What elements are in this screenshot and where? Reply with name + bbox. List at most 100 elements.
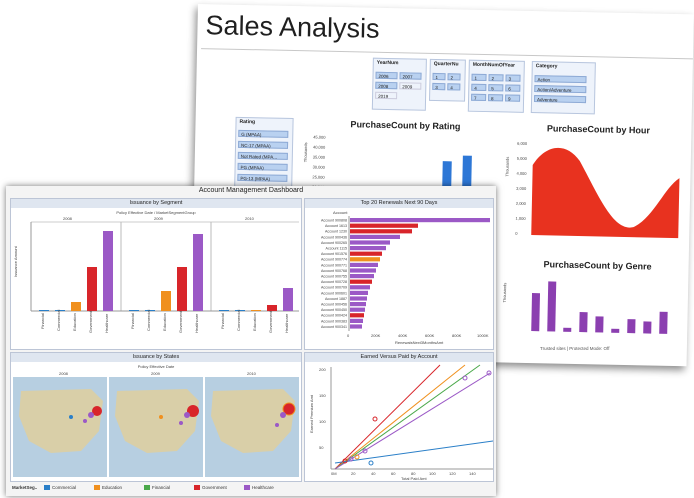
renewals-account-label: Account 900771	[321, 263, 347, 267]
legend-swatch	[44, 485, 50, 490]
trend-line	[334, 364, 466, 470]
quarter-slicer[interactable]: QuarterNu 1 2 3 4	[429, 58, 466, 102]
earned-xtick: 120	[449, 471, 456, 476]
scatter-point	[486, 370, 492, 376]
genre-bar	[563, 327, 572, 332]
states-maps: 2008 2009 2010	[13, 371, 299, 477]
renewals-bar	[350, 262, 378, 267]
slicer-item-m5[interactable]: 5	[488, 84, 504, 92]
slicer-item-2007[interactable]: 2007	[399, 72, 422, 80]
slicer-item-2008[interactable]: 2008	[375, 81, 398, 90]
renewals-bar	[350, 240, 390, 245]
genre-chart: Thousands	[502, 281, 668, 334]
hour-chart: Thousands 6,000 5,000 4,000 3,000 2,000 …	[504, 141, 680, 239]
segment-category-label: Government	[268, 310, 273, 333]
segment-pane[interactable]: Issuance by Segment Policy Effective Dat…	[10, 198, 302, 350]
year-slicer[interactable]: YearNum 2006 2007 2008 2009 2019	[371, 57, 427, 111]
earned-chart: Earned Premium Amt 200 150 100 50 0M 20 …	[309, 364, 493, 481]
earned-title: Earned Versus Paid by Account	[305, 353, 493, 362]
genre-bar	[611, 328, 620, 333]
scatter-point	[368, 460, 374, 466]
renewals-pane[interactable]: Top 20 Renewals Next 90 Days Account Acc…	[304, 198, 494, 350]
slicer-item-action[interactable]: Action	[534, 75, 587, 84]
category-slicer-label: Category	[535, 63, 558, 70]
slicer-item-not-rated[interactable]: Not Rated (MPA...	[237, 151, 288, 160]
legend-swatch	[144, 485, 150, 490]
earned-pane[interactable]: Earned Versus Paid by Account Earned Pre…	[304, 352, 494, 482]
slicer-item-q1[interactable]: 1	[432, 72, 446, 81]
slicer-item-q3[interactable]: 3	[432, 82, 446, 91]
map-bubble	[69, 415, 73, 419]
renewals-account-label: Account 900450	[321, 308, 347, 312]
renewals-account-label: Account 1613	[325, 224, 347, 228]
account-dashboard-window: Account Management Dashboard Issuance by…	[6, 186, 496, 496]
renewals-bar	[350, 246, 386, 251]
slicer-item-m8[interactable]: 8	[488, 94, 504, 102]
genre-bar	[643, 321, 652, 334]
legend-item[interactable]: Financial	[152, 485, 170, 490]
legend-item[interactable]: Commercial	[52, 485, 76, 490]
renewals-xtick: 800K	[452, 333, 462, 338]
renewals-account-label: Account 900755	[321, 275, 347, 279]
segment-category-label: Government	[88, 310, 93, 333]
legend-item[interactable]: Government	[202, 485, 227, 490]
segment-bar	[103, 231, 113, 311]
renewals-bar	[350, 229, 412, 234]
slicer-item-pg[interactable]: PG (MPAA)	[237, 162, 288, 171]
slicer-item-m4[interactable]: 4	[471, 83, 487, 92]
hour-ylabel: Thousands	[504, 157, 509, 177]
slicer-item-q2[interactable]: 2	[447, 73, 461, 81]
hour-tick: 6,000	[517, 141, 528, 146]
renewals-account-label: Account 900774	[321, 258, 347, 262]
legend-item[interactable]: Healthcare	[252, 485, 274, 490]
rating-slicer-label: Rating	[239, 118, 256, 126]
earned-ylabel: Earned Premium Amt	[309, 394, 314, 433]
renewals-bar	[350, 302, 366, 307]
renewals-account-label: Account 1887	[325, 297, 347, 301]
slicer-item-q4[interactable]: 4	[447, 83, 461, 91]
slicer-item-m7[interactable]: 7	[471, 93, 487, 102]
rating-slicer[interactable]: Rating G (MPAA) NC-17 (MPAA) Not Rated (…	[234, 116, 294, 191]
title-divider	[201, 48, 693, 60]
slicer-item-nc17[interactable]: NC-17 (MPAA)	[237, 140, 289, 149]
hour-tick: 3,000	[516, 186, 527, 191]
renewals-bar	[350, 307, 365, 312]
slicer-item-g[interactable]: G (MPAA)	[238, 129, 289, 138]
map-bubble	[184, 412, 190, 418]
segment-category-label: Education	[72, 313, 77, 331]
segment-category-label: Commercial	[146, 310, 151, 331]
slicer-item-action-adventure[interactable]: Action/Adventure	[534, 85, 587, 94]
slicer-item-pg13[interactable]: PG-13 (MPAA)	[237, 173, 288, 182]
slicer-item-m6[interactable]: 6	[505, 84, 521, 92]
states-title: Issuance by States	[11, 353, 301, 362]
slicer-item-2019[interactable]: 2019	[375, 91, 398, 100]
renewals-bar	[350, 290, 368, 295]
slicer-item-m2[interactable]: 2	[488, 74, 504, 82]
segment-bar	[161, 291, 171, 311]
earned-ytick: 100	[319, 419, 326, 424]
renewals-account-label: Account 900341	[321, 325, 347, 329]
slicer-item-2006[interactable]: 2006	[375, 71, 398, 80]
category-slicer[interactable]: Category Action Action/Adventure Adventu…	[530, 61, 596, 115]
month-slicer[interactable]: MonthNumOfYear 1 2 3 4 5 6 7 8 9	[467, 59, 525, 113]
hour-tick: 4,000	[516, 171, 527, 176]
renewals-account-label: Account 1115	[326, 247, 347, 251]
states-pane[interactable]: Issuance by States Policy Effective Date…	[10, 352, 302, 482]
genre-bar	[595, 316, 604, 333]
slicer-item-m1[interactable]: 1	[471, 73, 487, 82]
renewals-chart: Account Account 900808Account 1613 Accoun…	[321, 210, 490, 345]
slicer-item-2009[interactable]: 2009	[399, 82, 422, 90]
rating-tick: 40,000	[313, 144, 326, 149]
renewals-bar	[350, 234, 400, 239]
renewals-ylabel: Account	[333, 210, 348, 215]
slicer-item-m9[interactable]: 9	[505, 94, 521, 102]
genre-bar	[579, 312, 588, 333]
slicer-item-m3[interactable]: 3	[505, 74, 521, 82]
segment-category-label: Government	[178, 310, 183, 333]
slicer-item-adventure[interactable]: Adventure	[534, 95, 587, 104]
renewals-bar	[350, 324, 362, 329]
renewals-account-label: Account 900436	[321, 235, 347, 239]
legend-item[interactable]: Education	[102, 485, 122, 490]
renewals-xtick: 400K	[398, 333, 408, 338]
segment-bar	[267, 305, 277, 311]
